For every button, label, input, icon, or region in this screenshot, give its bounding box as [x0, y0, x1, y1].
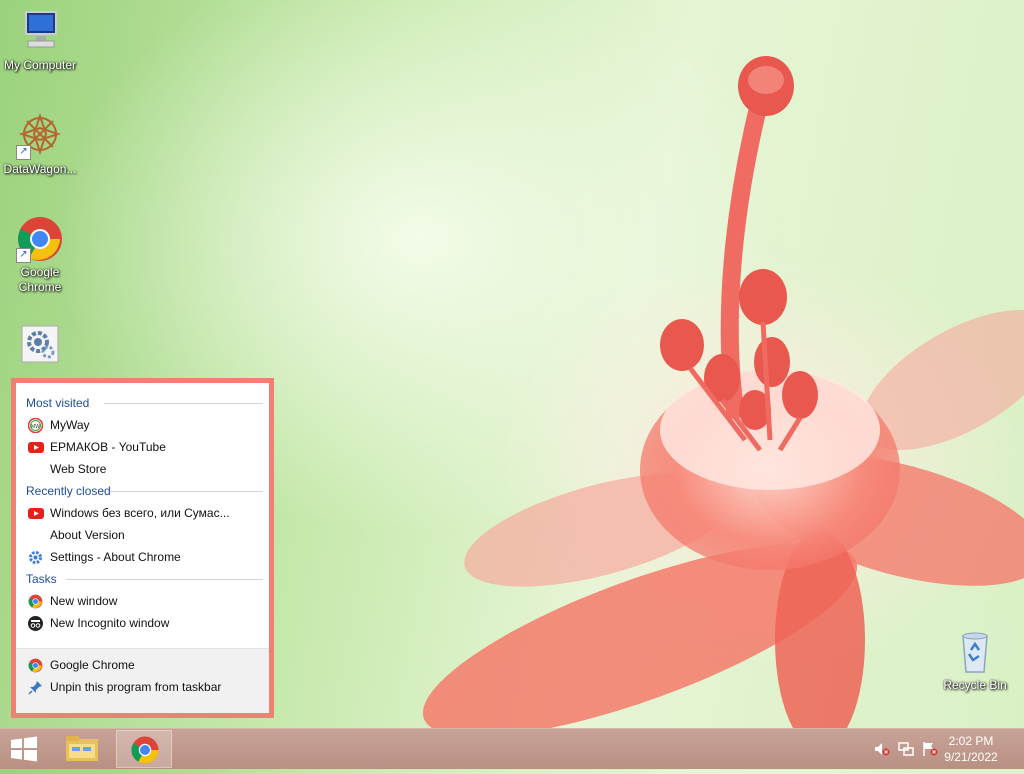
chrome-icon [131, 736, 159, 764]
jump-item-settings-about-chrome[interactable]: Settings - About Chrome [16, 546, 269, 568]
section-tasks: Tasks [16, 568, 269, 590]
chrome-jump-list: Most visited MW MyWay ЕРМАКОВ - YouTube [11, 378, 274, 718]
jump-item-new-window[interactable]: New window [16, 590, 269, 612]
system-clock[interactable]: 2:02 PM 9/21/2022 [936, 733, 1006, 765]
jump-item-myway[interactable]: MW MyWay [16, 414, 269, 436]
start-button[interactable] [0, 729, 48, 769]
desktop-icon-datawagon[interactable]: ↗ DataWagon... [0, 112, 80, 177]
section-title: Tasks [26, 572, 57, 586]
jump-item-label: MyWay [50, 418, 90, 432]
datawagon-icon: ↗ [16, 112, 64, 160]
jump-item-label: New Incognito window [50, 616, 170, 630]
jump-item-label: Unpin this program from taskbar [50, 680, 222, 694]
youtube-icon [28, 440, 44, 455]
network-icon[interactable] [898, 741, 914, 757]
clock-time: 2:02 PM [948, 734, 994, 748]
section-title: Most visited [26, 396, 90, 410]
taskbar: 2:02 PM 9/21/2022 [0, 728, 1024, 769]
gear-icon [28, 550, 43, 565]
jump-item-label: Windows без всего, или Сумас... [50, 506, 230, 520]
unpin-icon [28, 680, 43, 695]
desktop-icon-label: DataWagon... [3, 162, 77, 176]
jump-item-label: About Version [50, 528, 125, 542]
volume-muted-icon[interactable] [874, 741, 890, 757]
desktop-icon-label: My Computer [3, 58, 77, 72]
incognito-icon [28, 616, 43, 631]
desktop-icon-recycle-bin[interactable]: Recycle Bin [935, 628, 1015, 693]
jump-item-youtube-windows[interactable]: Windows без всего, или Сумас... [16, 502, 269, 524]
section-divider [66, 579, 263, 580]
settings-gear-icon [16, 322, 64, 370]
jump-item-label: Google Chrome [50, 658, 135, 672]
desktop-icon-label: Google Chrome [18, 265, 62, 294]
svg-text:MW: MW [31, 424, 40, 430]
jump-list-footer: Google Chrome Unpin this program from ta… [16, 648, 269, 713]
folder-icon [66, 736, 98, 761]
jump-item-google-chrome[interactable]: Google Chrome [16, 654, 269, 676]
shortcut-arrow-icon: ↗ [16, 248, 31, 263]
taskbar-file-explorer[interactable] [56, 730, 112, 768]
jump-item-about-version[interactable]: About Version [16, 524, 269, 546]
recycle-bin-icon [951, 628, 999, 676]
section-divider [104, 403, 263, 404]
shortcut-arrow-icon: ↗ [16, 145, 31, 160]
windows-logo-icon [11, 736, 37, 762]
section-title: Recently closed [26, 484, 111, 498]
clock-date: 9/21/2022 [944, 750, 998, 764]
chrome-icon [28, 658, 43, 673]
jump-item-label: New window [50, 594, 118, 608]
youtube-icon [28, 506, 44, 521]
jump-item-label: Settings - About Chrome [50, 550, 181, 564]
desktop-icon-settings[interactable] [0, 322, 80, 372]
desktop-icon-google-chrome[interactable]: ↗ Google Chrome [0, 215, 80, 295]
myway-icon: MW [27, 417, 44, 434]
jump-item-youtube-ermakov[interactable]: ЕРМАКОВ - YouTube [16, 436, 269, 458]
desktop-icon-label: Recycle Bin [943, 678, 1007, 692]
taskbar-google-chrome[interactable] [116, 730, 172, 768]
jump-item-web-store[interactable]: Web Store [16, 458, 269, 480]
computer-icon [16, 8, 64, 56]
jump-item-label: ЕРМАКОВ - YouTube [50, 440, 166, 454]
section-most-visited: Most visited [16, 392, 269, 414]
jump-item-label: Web Store [50, 462, 107, 476]
jump-list-panel: Most visited MW MyWay ЕРМАКОВ - YouTube [16, 383, 269, 713]
chrome-icon [28, 594, 43, 609]
section-recently-closed: Recently closed [16, 480, 269, 502]
desktop-icon-my-computer[interactable]: My Computer [0, 8, 80, 73]
jump-item-new-incognito-window[interactable]: New Incognito window [16, 612, 269, 634]
jump-item-unpin-from-taskbar[interactable]: Unpin this program from taskbar [16, 676, 269, 698]
section-divider [110, 491, 263, 492]
chrome-icon: ↗ [16, 215, 64, 263]
